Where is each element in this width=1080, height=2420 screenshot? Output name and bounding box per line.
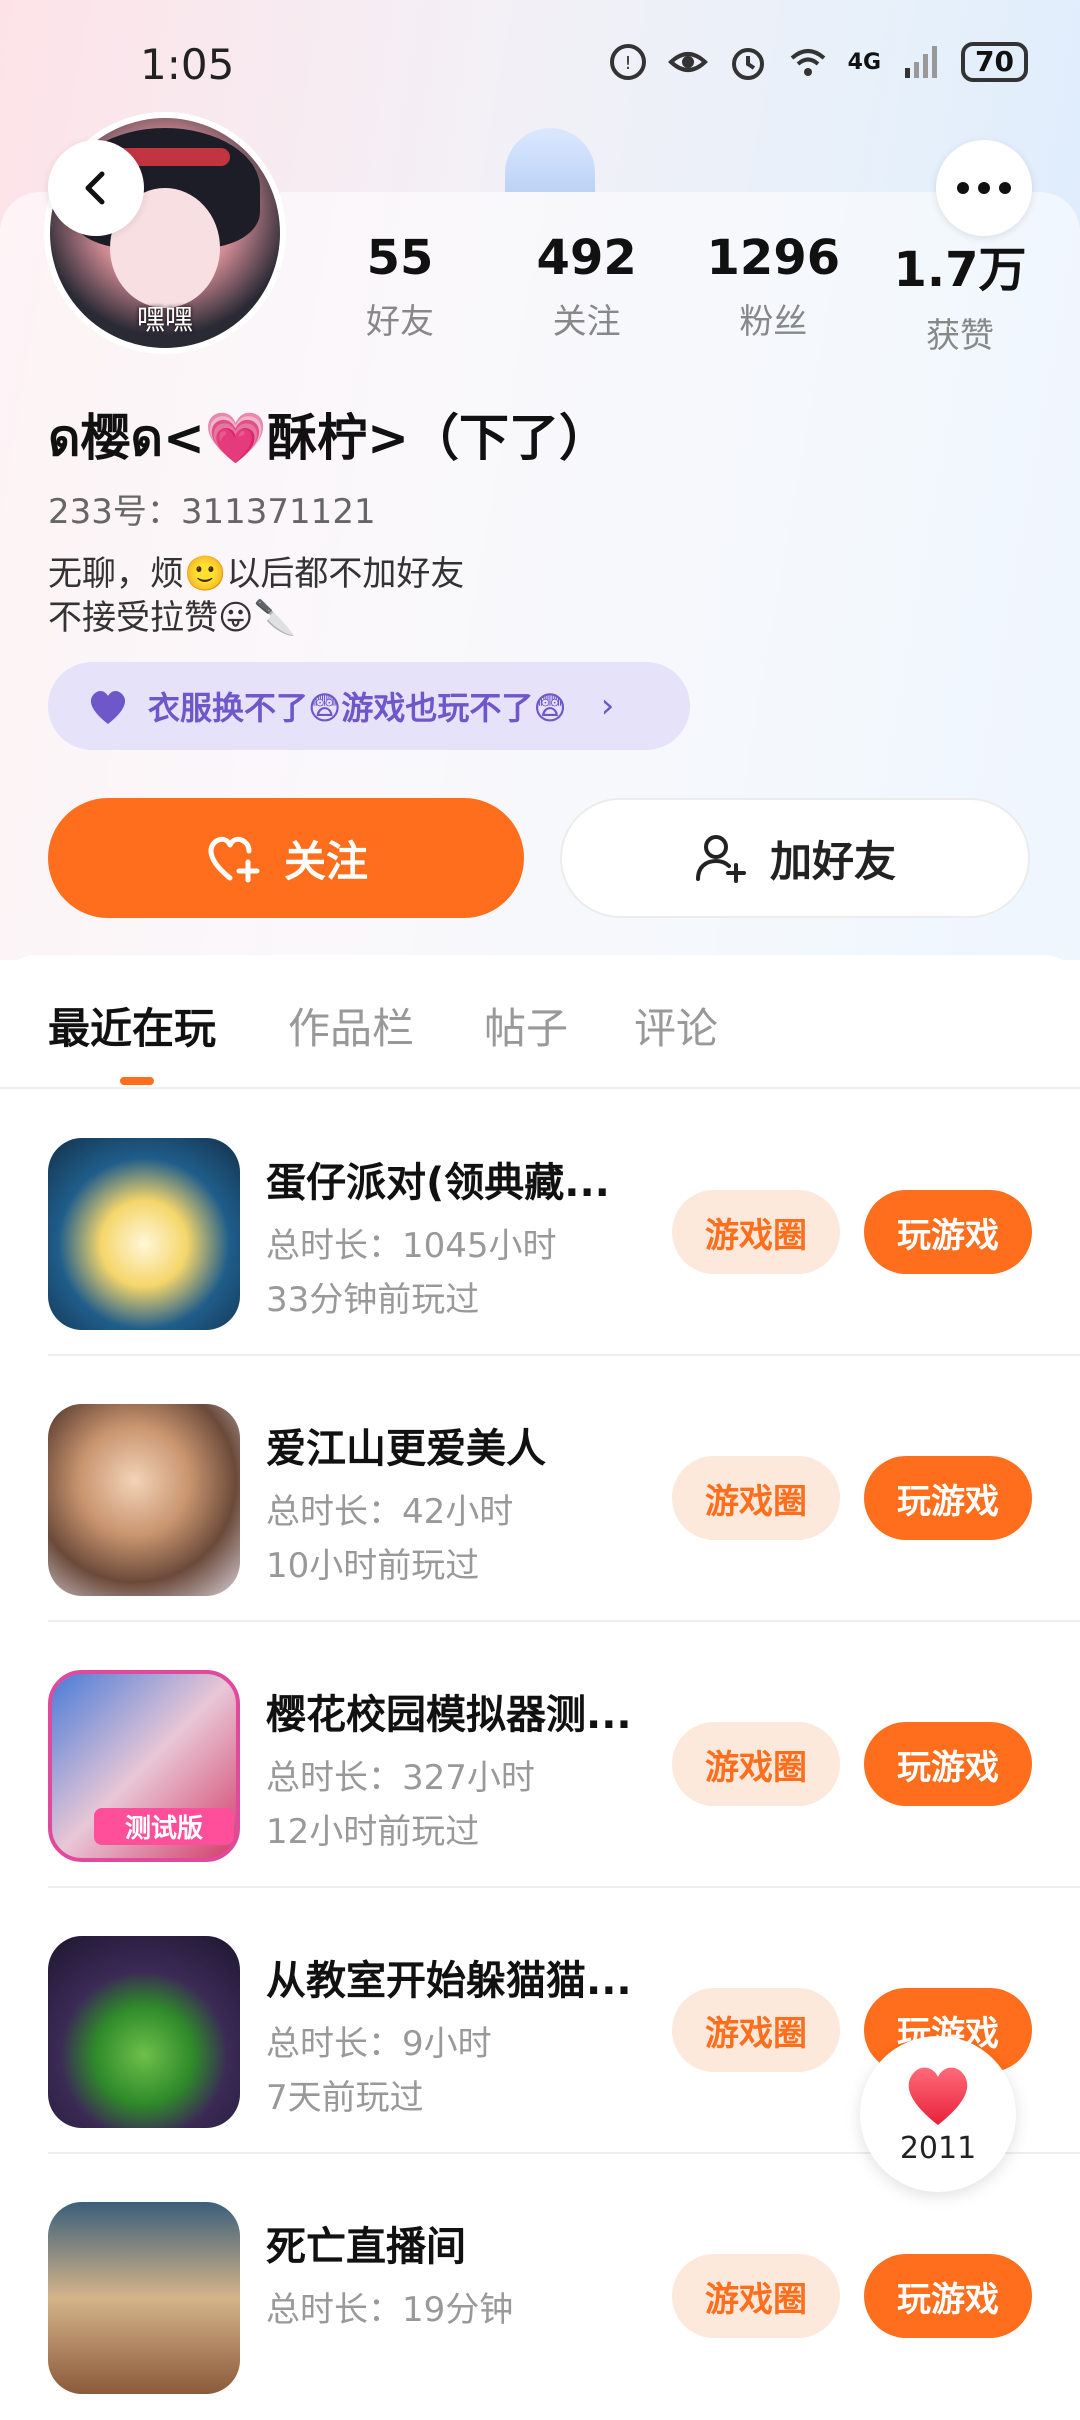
add-friend-button[interactable]: 加好友 — [560, 798, 1030, 918]
game-title: 蛋仔派对(领典藏... — [266, 1160, 610, 1206]
chevron-left-icon — [85, 171, 105, 205]
tab-works[interactable]: 作品栏 — [288, 995, 414, 1056]
game-title: 爱江山更爱美人 — [266, 1426, 546, 1472]
battery-indicator: 70 — [961, 42, 1028, 82]
game-title: 死亡直播间 — [266, 2224, 466, 2270]
alarm-icon — [731, 48, 764, 80]
follow-label: 关注 — [283, 836, 368, 886]
signal-icon — [905, 46, 938, 78]
profile-stats: 55 好友 492 关注 1296 粉丝 1.7万 获赞 — [320, 230, 1040, 357]
tag-text: 衣服换不了😨游戏也玩不了😨 — [148, 689, 567, 727]
profile-tag[interactable]: 衣服换不了😨游戏也玩不了😨 › — [48, 662, 690, 750]
game-circle-button[interactable]: 游戏圈 — [672, 1456, 840, 1540]
bio: 无聊，烦🙂以后都不加好友 不接受拉赞😛🔪 — [48, 552, 464, 640]
game-title: 樱花校园模拟器测... — [266, 1692, 632, 1738]
bio-line: 无聊，烦🙂以后都不加好友 — [48, 554, 465, 594]
svg-text:!: ! — [624, 53, 631, 74]
stat-likes[interactable]: 1.7万 获赞 — [880, 230, 1040, 357]
game-total-time: 总时长：9小时 — [266, 2024, 492, 2064]
list-item[interactable]: 爱江山更爱美人 总时长：42小时 10小时前玩过 游戏圈 玩游戏 — [0, 1356, 1080, 1622]
follow-button[interactable]: 关注 — [48, 798, 524, 918]
back-button[interactable] — [48, 140, 144, 236]
game-icon[interactable] — [48, 2202, 240, 2394]
more-dots-icon — [957, 182, 1011, 194]
game-icon[interactable] — [48, 1138, 240, 1330]
heart-icon — [908, 2067, 968, 2125]
more-button[interactable] — [936, 140, 1032, 236]
like-button[interactable]: 2011 — [860, 2036, 1016, 2192]
nickname: ด樱ด<💗酥柠>（下了） — [48, 409, 609, 467]
recent-games-list: 蛋仔派对(领典藏... 总时长：1045小时 33分钟前玩过 游戏圈 玩游戏 爱… — [0, 1090, 1080, 2420]
stat-label: 好友 — [366, 302, 434, 342]
stat-label: 关注 — [552, 302, 621, 342]
stat-fans[interactable]: 1296 粉丝 — [693, 230, 853, 357]
user-id[interactable]: 233号：311371121 — [48, 484, 376, 533]
game-icon[interactable]: 测试版 — [48, 1670, 240, 1862]
stat-friends[interactable]: 55 好友 — [320, 230, 480, 357]
game-icon[interactable] — [48, 1936, 240, 2128]
play-game-button[interactable]: 玩游戏 — [864, 1456, 1032, 1540]
game-circle-button[interactable]: 游戏圈 — [672, 1988, 840, 2072]
game-circle-button[interactable]: 游戏圈 — [672, 1190, 840, 1274]
stat-value: 492 — [536, 230, 637, 286]
status-icons: ! 4G 70 — [608, 42, 1028, 82]
chevron-right-icon: › — [600, 686, 615, 726]
game-total-time: 总时长：42小时 — [266, 1492, 514, 1532]
network-type: 4G — [847, 49, 882, 75]
play-game-button[interactable]: 玩游戏 — [864, 2254, 1032, 2338]
game-icon[interactable] — [48, 1404, 240, 1596]
game-total-time: 总时长：327小时 — [266, 1758, 535, 1798]
stat-label: 粉丝 — [739, 302, 808, 342]
hd-icon: ! — [609, 44, 646, 80]
bio-line: 不接受拉赞😛🔪 — [48, 598, 296, 638]
eye-icon — [667, 52, 708, 72]
list-item[interactable]: 测试版 樱花校园模拟器测... 总时长：327小时 12小时前玩过 游戏圈 玩游… — [0, 1622, 1080, 1888]
tab-bar: 最近在玩 作品栏 帖子 评论 — [0, 955, 1080, 1089]
list-item[interactable]: 蛋仔派对(领典藏... 总时长：1045小时 33分钟前玩过 游戏圈 玩游戏 — [0, 1090, 1080, 1356]
wifi-icon — [790, 49, 825, 76]
play-game-button[interactable]: 玩游戏 — [864, 1190, 1032, 1274]
play-game-button[interactable]: 玩游戏 — [864, 1722, 1032, 1806]
heart-plus-icon — [208, 836, 260, 883]
game-circle-button[interactable]: 游戏圈 — [672, 1722, 840, 1806]
game-total-time: 总时长：19分钟 — [266, 2290, 514, 2330]
game-title: 从教室开始躲猫猫... — [266, 1958, 632, 2004]
add-friend-label: 加好友 — [769, 836, 896, 886]
game-last-played: 12小时前玩过 — [266, 1812, 480, 1852]
status-time: 1:05 — [140, 40, 235, 89]
game-last-played: 33分钟前玩过 — [266, 1280, 480, 1320]
tab-indicator — [120, 1077, 154, 1085]
game-last-played: 7天前玩过 — [266, 2078, 424, 2118]
stat-value: 1.7万 — [893, 242, 1027, 298]
game-total-time: 总时长：1045小时 — [266, 1226, 557, 1266]
purple-heart-icon — [90, 690, 126, 724]
stat-value: 1296 — [706, 230, 841, 286]
user-plus-icon — [695, 835, 746, 883]
tab-posts[interactable]: 帖子 — [484, 995, 568, 1056]
game-circle-button[interactable]: 游戏圈 — [672, 2254, 840, 2338]
stat-value: 55 — [366, 230, 434, 286]
tab-recent[interactable]: 最近在玩 — [48, 995, 216, 1056]
list-item[interactable]: 死亡直播间 总时长：19分钟 游戏圈 玩游戏 — [0, 2154, 1080, 2420]
tab-comments[interactable]: 评论 — [634, 995, 718, 1056]
stat-following[interactable]: 492 关注 — [507, 230, 667, 357]
game-badge: 测试版 — [94, 1808, 234, 1845]
game-last-played: 10小时前玩过 — [266, 1546, 480, 1586]
stat-label: 获赞 — [925, 316, 994, 356]
like-count: 2011 — [899, 2130, 977, 2166]
avatar-caption: 嘿嘿 — [136, 303, 193, 336]
